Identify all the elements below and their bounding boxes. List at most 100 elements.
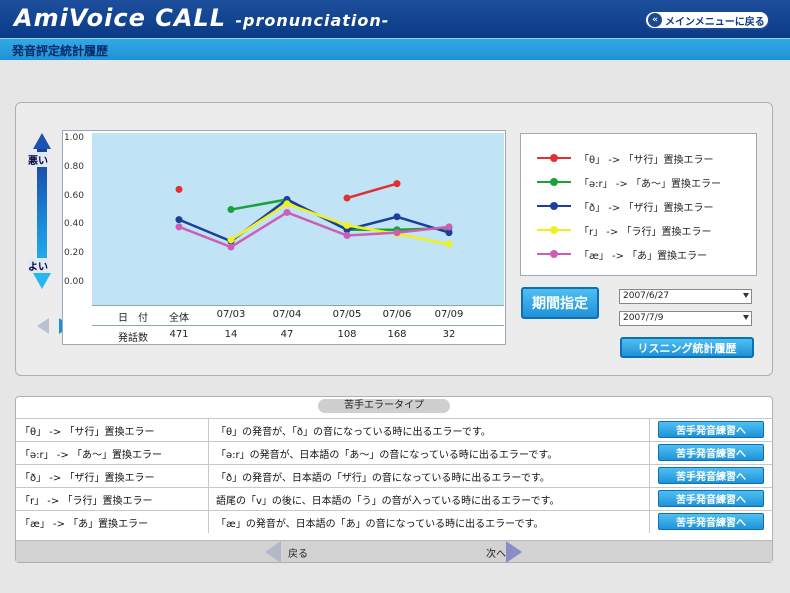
cell-divider	[208, 488, 209, 510]
good-label: よい	[28, 258, 48, 273]
error-type: 「ð」 -> 「ザ行」置換エラー	[20, 473, 155, 484]
legend-item: 「ð」 -> 「ザ行」置換エラー	[537, 198, 713, 214]
legend-label: 「θ」 -> 「サ行」置換エラー	[579, 154, 714, 166]
period-select-button[interactable]: 期間指定	[521, 287, 599, 319]
legend-swatch	[537, 201, 571, 211]
legend-swatch	[537, 153, 571, 163]
score-scale-bar	[37, 149, 47, 273]
dropdown-arrow-icon	[743, 293, 749, 298]
legend-item: 「ə:r」 -> 「あ〜」置換エラー	[537, 174, 721, 190]
count-value: 108	[337, 329, 357, 340]
data-point	[283, 200, 291, 208]
legend-swatch	[537, 249, 571, 259]
practice-button[interactable]: 苦手発音練習へ	[658, 490, 764, 507]
y-tick-label: 0.20	[63, 248, 84, 259]
legend-dot	[550, 250, 558, 258]
bad-label: 悪い	[28, 152, 48, 167]
error-type: 「æ」 -> 「あ」置換エラー	[20, 519, 149, 530]
error-description: 語尾の「v」の後に、日本語の「う」の音が入っている時に出るエラーです。	[216, 496, 560, 507]
cell-divider	[649, 488, 650, 510]
line-chart	[175, 180, 453, 251]
back-arrow-icon[interactable]	[265, 541, 281, 563]
legend-item: 「θ」 -> 「サ行」置換エラー	[537, 150, 713, 166]
count-value: 47	[280, 329, 294, 340]
data-point	[393, 180, 401, 188]
x-tick-label: 全体	[169, 313, 189, 324]
app-title: AmiVoice CALL -pronunciation-	[14, 4, 389, 32]
x-tick-label: 07/03	[216, 309, 246, 320]
practice-button[interactable]: 苦手発音練習へ	[658, 444, 764, 461]
practice-button[interactable]: 苦手発音練習へ	[658, 421, 764, 438]
footer-bar	[16, 540, 772, 562]
legend-label: 「ə:r」 -> 「あ〜」置換エラー	[579, 178, 721, 190]
data-point	[445, 240, 453, 248]
legend-swatch	[537, 225, 571, 235]
arrow-up-icon	[33, 133, 51, 149]
error-row: 「æ」 -> 「あ」置換エラー 「æ」の発音が、日本語の「あ」の音になっている時…	[16, 510, 772, 533]
main-menu-button[interactable]: « メインメニューに戻る	[644, 10, 770, 30]
cell-divider	[649, 442, 650, 464]
main-menu-label: メインメニューに戻る	[665, 16, 765, 28]
app-title-sub: -pronunciation-	[235, 11, 390, 30]
series-line	[230, 202, 450, 246]
error-type: 「θ」 -> 「サ行」置換エラー	[20, 427, 155, 438]
cell-divider	[649, 465, 650, 487]
x-tick-label: 07/06	[382, 309, 412, 320]
data-point	[283, 208, 291, 216]
end-date-value: 2007/7/9	[623, 313, 664, 323]
legend-label: 「ð」 -> 「ザ行」置換エラー	[579, 202, 714, 214]
legend-dot	[550, 226, 558, 234]
legend-label: 「æ」 -> 「あ」置換エラー	[579, 250, 708, 262]
cell-divider	[208, 442, 209, 464]
x-tick-label: 07/09	[434, 309, 464, 320]
error-type: 「ə:r」 -> 「あ〜」置換エラー	[20, 450, 162, 461]
next-arrow-icon[interactable]	[506, 541, 522, 563]
cell-divider	[649, 511, 650, 533]
error-description: 「θ」の発音が、「ð」の音になっている時に出るエラーです。	[216, 427, 491, 438]
chart-divider	[92, 305, 504, 306]
listening-history-button[interactable]: リスニング統計履歴	[620, 337, 754, 358]
series-line	[346, 182, 398, 200]
legend-item: 「r」 -> 「ラ行」置換エラー	[537, 222, 711, 238]
count-value: 168	[387, 329, 407, 340]
error-row: 「θ」 -> 「サ行」置換エラー 「θ」の発音が、「ð」の音になっている時に出る…	[16, 418, 772, 441]
date-header: 日 付	[118, 313, 148, 324]
cell-divider	[208, 511, 209, 533]
data-point	[175, 216, 183, 224]
error-type-header: 苦手エラータイプ	[318, 399, 450, 413]
y-tick-label: 0.40	[63, 219, 84, 230]
start-date-select[interactable]: 2007/6/27	[619, 289, 752, 304]
data-point	[445, 223, 453, 231]
double-chevron-left-icon: «	[648, 13, 662, 27]
practice-button[interactable]: 苦手発音練習へ	[658, 467, 764, 484]
end-date-select[interactable]: 2007/7/9	[619, 311, 752, 326]
legend-swatch	[537, 177, 571, 187]
x-tick-label: 07/05	[332, 309, 362, 320]
app-title-main: AmiVoice CALL	[14, 4, 226, 32]
back-button[interactable]: 戻る	[288, 545, 308, 560]
error-row: 「r」 -> 「ラ行」置換エラー 語尾の「v」の後に、日本語の「う」の音が入って…	[16, 487, 772, 510]
y-tick-label: 0.00	[63, 277, 84, 287]
y-tick-label: 0.80	[63, 161, 84, 172]
count-value: 471	[169, 329, 189, 340]
chart-divider	[92, 325, 504, 326]
y-tick-label: 0.60	[63, 190, 84, 201]
error-type: 「r」 -> 「ラ行」置換エラー	[20, 496, 153, 507]
arrow-down-icon	[33, 273, 51, 289]
error-row: 「ə:r」 -> 「あ〜」置換エラー 「ə:r」の発音が、日本語の「あ〜」の音に…	[16, 441, 772, 464]
data-point	[343, 221, 351, 229]
legend-item: 「æ」 -> 「あ」置換エラー	[537, 246, 707, 262]
x-tick-label: 07/04	[272, 309, 302, 320]
data-point	[343, 231, 351, 239]
cell-divider	[208, 465, 209, 487]
practice-button[interactable]: 苦手発音練習へ	[658, 513, 764, 530]
count-value: 14	[224, 329, 238, 340]
next-button[interactable]: 次へ	[486, 545, 506, 560]
legend-dot	[550, 202, 558, 210]
data-point	[227, 243, 235, 251]
legend-dot	[550, 154, 558, 162]
chart-prev-arrow-icon[interactable]	[37, 318, 49, 334]
data-point	[227, 236, 235, 244]
series-line	[178, 198, 450, 243]
data-point	[227, 206, 235, 214]
